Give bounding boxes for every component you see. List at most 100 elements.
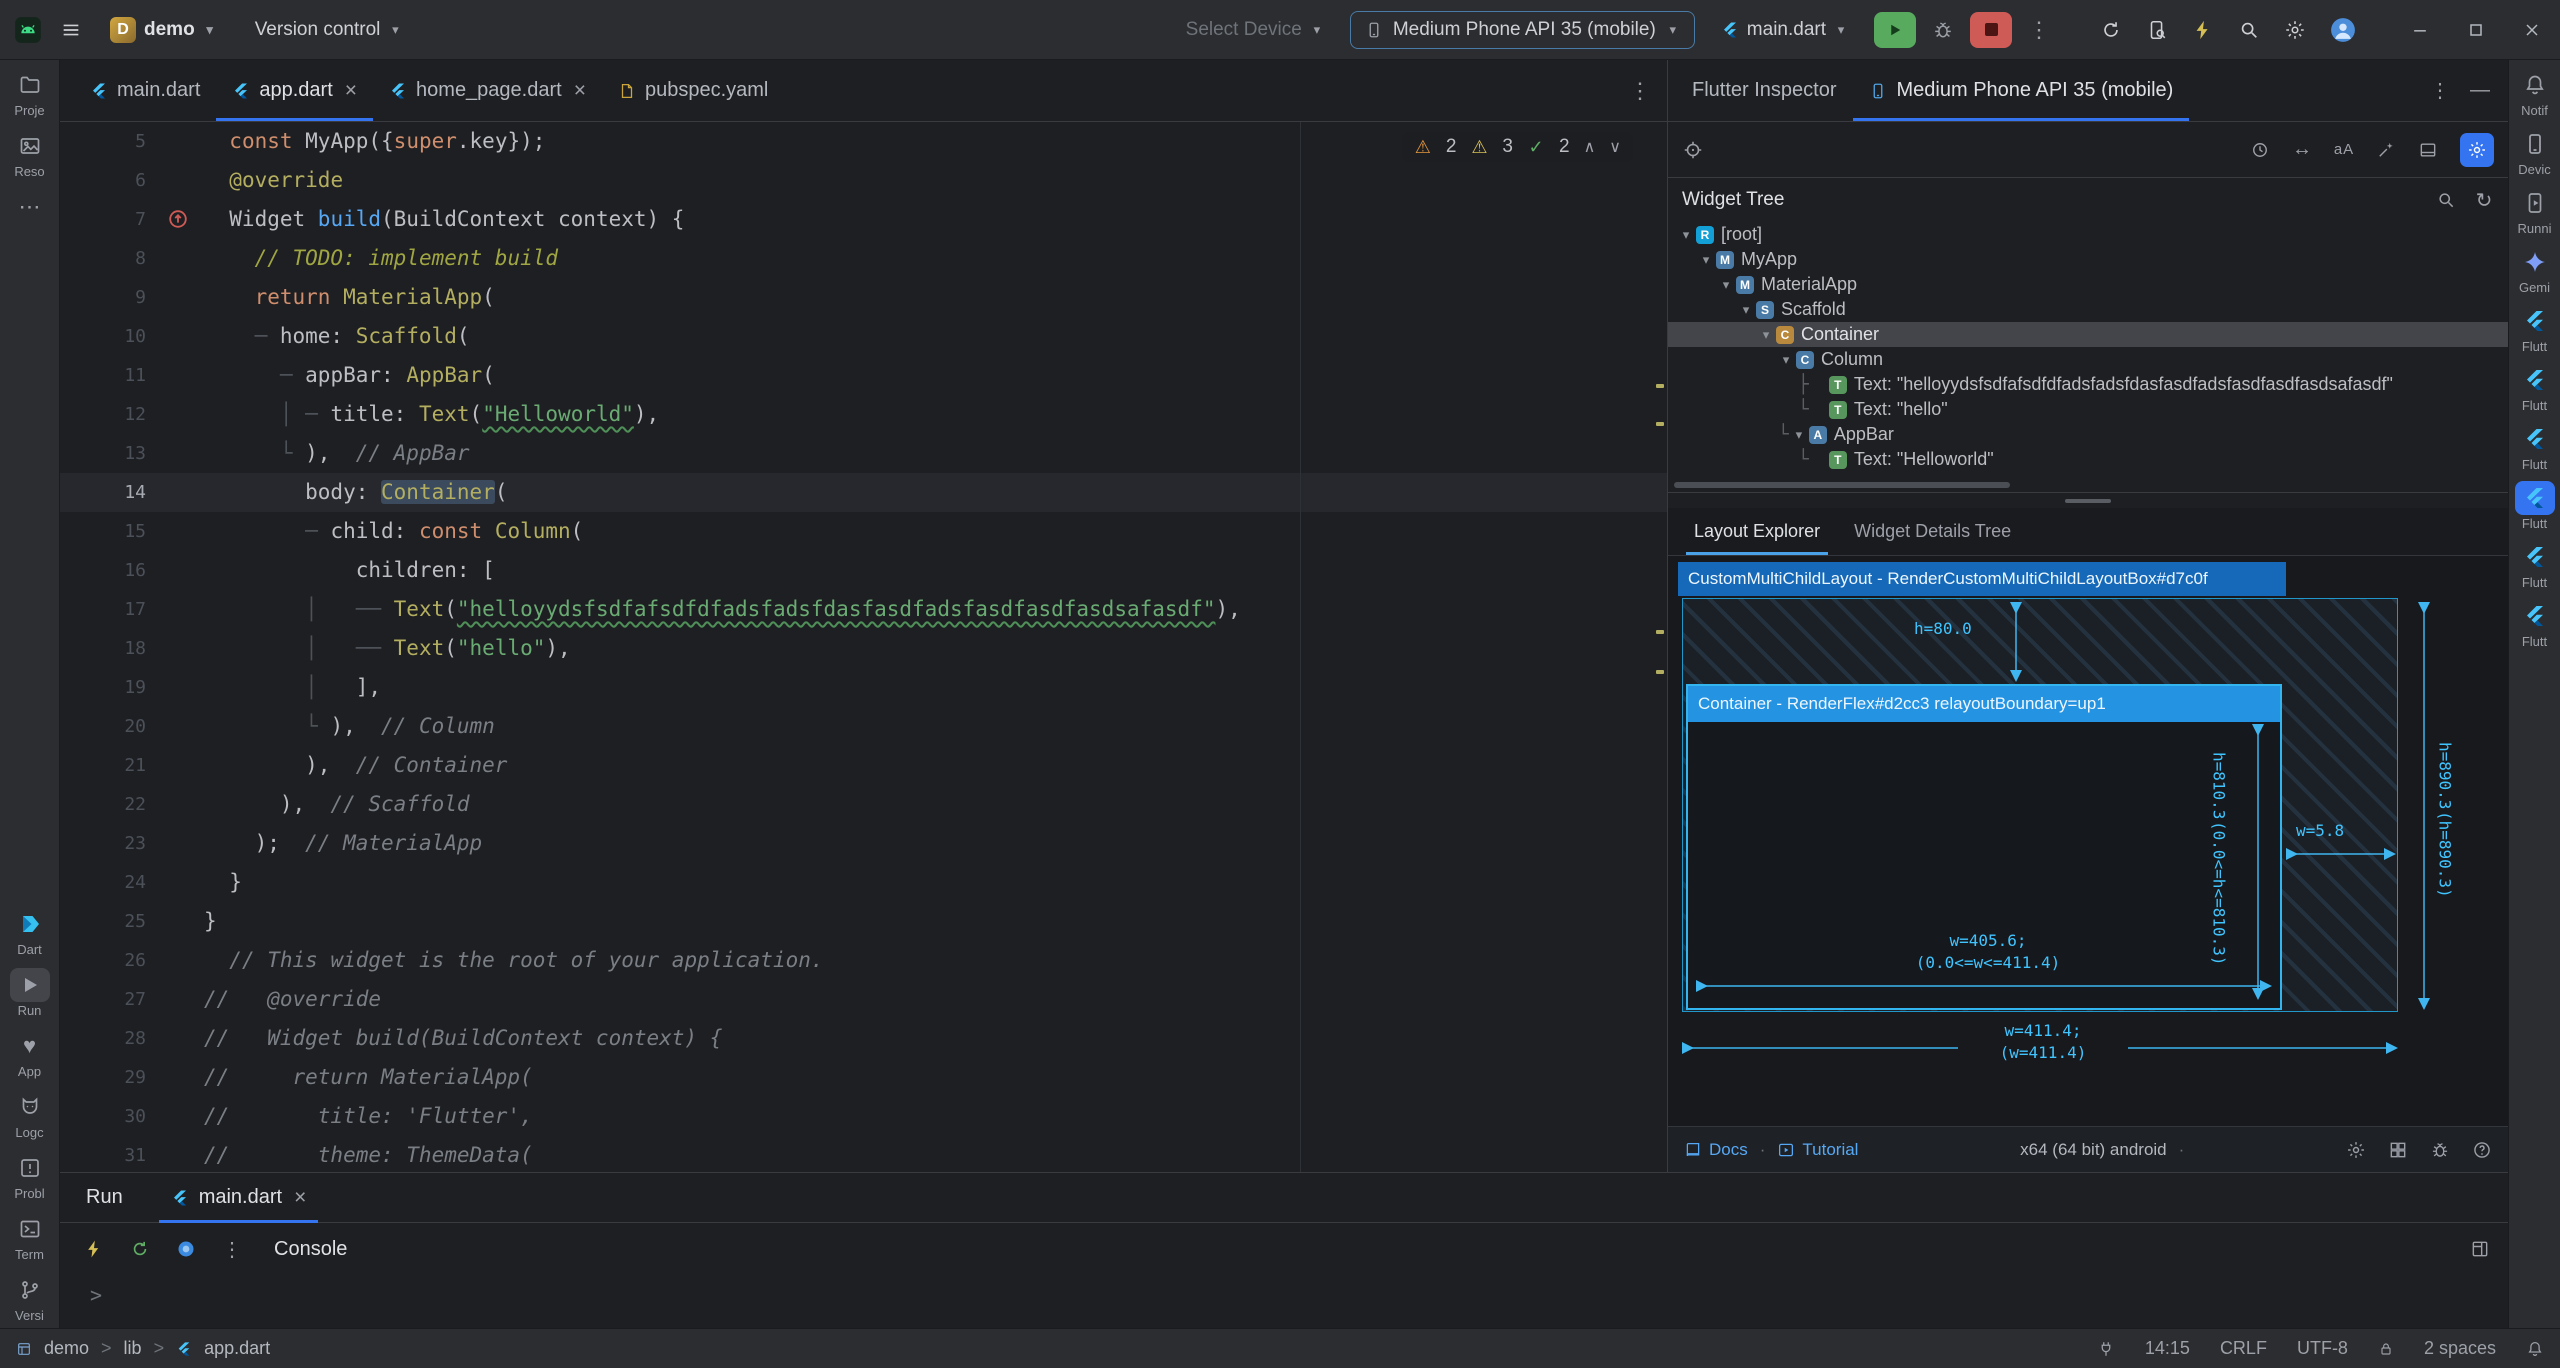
panel-splitter[interactable] bbox=[1668, 492, 2508, 508]
console-label[interactable]: Console bbox=[274, 1238, 347, 1261]
select-widget-mode-icon[interactable] bbox=[1682, 139, 1704, 161]
code-line-16[interactable]: 16 children: [ bbox=[60, 551, 1667, 590]
editor-tab-app-dart[interactable]: app.dart× bbox=[216, 60, 373, 121]
code-line-15[interactable]: 15 ─ child: const Column( bbox=[60, 512, 1667, 551]
window-layout-icon[interactable] bbox=[2470, 1239, 2490, 1259]
tool-window-flutt[interactable]: Flutt bbox=[2515, 540, 2555, 589]
screenshot-icon[interactable] bbox=[2418, 140, 2438, 160]
run-config-dropdown[interactable]: main.dart ▾ bbox=[1711, 13, 1858, 47]
tool-window-flutt[interactable]: Flutt bbox=[2515, 481, 2555, 530]
code-line-20[interactable]: 20 └ ), // Column bbox=[60, 707, 1667, 746]
prev-issue-icon[interactable]: ∧ bbox=[1584, 137, 1596, 157]
file-encoding[interactable]: UTF-8 bbox=[2297, 1338, 2348, 1359]
override-icon[interactable] bbox=[167, 208, 189, 230]
close-icon[interactable]: × bbox=[294, 1186, 306, 1210]
search-icon[interactable] bbox=[2436, 190, 2456, 210]
notifications-bell-icon[interactable] bbox=[2526, 1340, 2544, 1358]
tool-window-versi[interactable]: Versi bbox=[10, 1273, 50, 1322]
tab-options-icon[interactable]: ⋮ bbox=[1629, 80, 1651, 102]
tool-window-app[interactable]: ♥App bbox=[10, 1029, 50, 1078]
settings-gear-icon[interactable] bbox=[2284, 19, 2306, 41]
chevron-down-icon[interactable]: ▾ bbox=[1778, 352, 1794, 368]
code-line-27[interactable]: 27// @override bbox=[60, 980, 1667, 1019]
layout-inspector-icon[interactable] bbox=[2146, 19, 2168, 41]
tree-node-text[interactable]: └ TText: "hello" bbox=[1668, 397, 2508, 422]
tree-node-appbar[interactable]: └ ▾AAppBar bbox=[1668, 422, 2508, 447]
sync-project-icon[interactable] bbox=[2100, 19, 2122, 41]
search-everywhere-icon[interactable] bbox=[2238, 19, 2260, 41]
tool-window-notif[interactable]: Notif bbox=[2515, 68, 2555, 117]
maximize-icon[interactable] bbox=[2466, 20, 2486, 40]
next-issue-icon[interactable]: ∨ bbox=[1609, 137, 1621, 157]
user-avatar[interactable] bbox=[2330, 17, 2356, 43]
code-line-18[interactable]: 18 │ ── Text("hello"), bbox=[60, 629, 1667, 668]
close-icon[interactable] bbox=[2522, 20, 2542, 40]
close-icon[interactable]: × bbox=[345, 79, 357, 103]
code-line-29[interactable]: 29// return MaterialApp( bbox=[60, 1058, 1667, 1097]
code-line-21[interactable]: 21 ), // Container bbox=[60, 746, 1667, 785]
layout-outer-title[interactable]: CustomMultiChildLayout - RenderCustomMul… bbox=[1678, 562, 2286, 596]
tab-layout-explorer[interactable]: Layout Explorer bbox=[1680, 508, 1834, 555]
code-line-14[interactable]: 14 body: Container( bbox=[60, 473, 1667, 512]
grid-icon[interactable] bbox=[2388, 1140, 2408, 1160]
cursor-position[interactable]: 14:15 bbox=[2145, 1338, 2190, 1359]
tree-horizontal-scrollbar[interactable] bbox=[1674, 482, 2010, 488]
tool-window-flutt[interactable]: Flutt bbox=[2515, 422, 2555, 471]
tree-node-column[interactable]: ▾CColumn bbox=[1668, 347, 2508, 372]
tool-window-gemi[interactable]: Gemi bbox=[2515, 245, 2555, 294]
code-line-19[interactable]: 19 │ ], bbox=[60, 668, 1667, 707]
bug-icon[interactable] bbox=[2430, 1140, 2450, 1160]
hide-panel-icon[interactable]: — bbox=[2470, 81, 2490, 101]
code-line-28[interactable]: 28// Widget build(BuildContext context) … bbox=[60, 1019, 1667, 1058]
code-line-9[interactable]: 9 return MaterialApp( bbox=[60, 278, 1667, 317]
line-ending[interactable]: CRLF bbox=[2220, 1338, 2267, 1359]
tree-node-text[interactable]: ├ TText: "helloyydsfsdfafsdfdfadsfadsfda… bbox=[1668, 372, 2508, 397]
magic-wand-icon[interactable] bbox=[2376, 140, 2396, 160]
tab-widget-details-tree[interactable]: Widget Details Tree bbox=[1840, 508, 2025, 555]
tool-window-proje[interactable]: Proje bbox=[10, 68, 50, 117]
tree-node-scaffold[interactable]: ▾SScaffold bbox=[1668, 297, 2508, 322]
console-output[interactable]: > bbox=[60, 1275, 2508, 1328]
minimize-icon[interactable] bbox=[2410, 20, 2430, 40]
breadcrumb-project[interactable]: demo bbox=[44, 1338, 89, 1359]
close-icon[interactable]: × bbox=[574, 79, 586, 103]
kebab-icon[interactable]: ⋮ bbox=[222, 1239, 242, 1259]
code-line-22[interactable]: 22 ), // Scaffold bbox=[60, 785, 1667, 824]
code-line-13[interactable]: 13 └ ), // AppBar bbox=[60, 434, 1667, 473]
tool-window-run[interactable]: Run bbox=[10, 968, 50, 1017]
project-widget[interactable]: D demo ▾ bbox=[100, 11, 227, 49]
device-selector[interactable]: Medium Phone API 35 (mobile) ▾ bbox=[1350, 11, 1695, 49]
devtools-circle-icon[interactable] bbox=[176, 1239, 196, 1259]
editor-tab-home_page-dart[interactable]: home_page.dart× bbox=[373, 60, 602, 121]
breadcrumb-dir[interactable]: lib bbox=[124, 1338, 142, 1359]
code-line-17[interactable]: 17 │ ── Text("helloyydsfsdfafsdfdfadsfad… bbox=[60, 590, 1667, 629]
settings-gear-icon[interactable] bbox=[2346, 1140, 2366, 1160]
code-line-7[interactable]: 7 Widget build(BuildContext context) { bbox=[60, 200, 1667, 239]
chevron-down-icon[interactable]: ▾ bbox=[1738, 302, 1754, 318]
code-line-8[interactable]: 8 // TODO: implement build bbox=[60, 239, 1667, 278]
breadcrumb-file[interactable]: app.dart bbox=[204, 1338, 270, 1359]
vcs-widget[interactable]: Version control ▾ bbox=[245, 13, 413, 47]
inspector-tab-medium-phone-api-35-mobile-[interactable]: Medium Phone API 35 (mobile) bbox=[1853, 60, 2190, 121]
run-button[interactable] bbox=[1874, 12, 1916, 48]
panel-options-icon[interactable]: ⋮ bbox=[2430, 81, 2450, 101]
chevron-down-icon[interactable]: ▾ bbox=[1698, 252, 1714, 268]
code-line-10[interactable]: 10 ─ home: Scaffold( bbox=[60, 317, 1667, 356]
chevron-down-icon[interactable]: ▾ bbox=[1791, 427, 1807, 443]
chevron-down-icon[interactable]: ▾ bbox=[1718, 277, 1734, 293]
lock-icon[interactable] bbox=[2378, 1341, 2394, 1357]
code-line-24[interactable]: 24 } bbox=[60, 863, 1667, 902]
code-line-11[interactable]: 11 ─ appBar: AppBar( bbox=[60, 356, 1667, 395]
select-device-dropdown[interactable]: Select Device ▾ bbox=[1176, 13, 1334, 47]
chevron-down-icon[interactable]: ▾ bbox=[1678, 227, 1694, 243]
tool-window-flutt[interactable]: Flutt bbox=[2515, 599, 2555, 648]
code-line-23[interactable]: 23 ); // MaterialApp bbox=[60, 824, 1667, 863]
tool-window-flutt[interactable]: Flutt bbox=[2515, 363, 2555, 412]
tool-window-probl[interactable]: Probl bbox=[10, 1151, 50, 1200]
hot-reload-icon[interactable] bbox=[84, 1239, 104, 1259]
tree-node-container[interactable]: ▾CContainer bbox=[1668, 322, 2508, 347]
code-line-25[interactable]: 25} bbox=[60, 902, 1667, 941]
refresh-icon[interactable]: ↻ bbox=[2474, 190, 2494, 210]
more-run-actions-icon[interactable]: ⋮ bbox=[2028, 19, 2050, 41]
code-line-6[interactable]: 6 @override bbox=[60, 161, 1667, 200]
